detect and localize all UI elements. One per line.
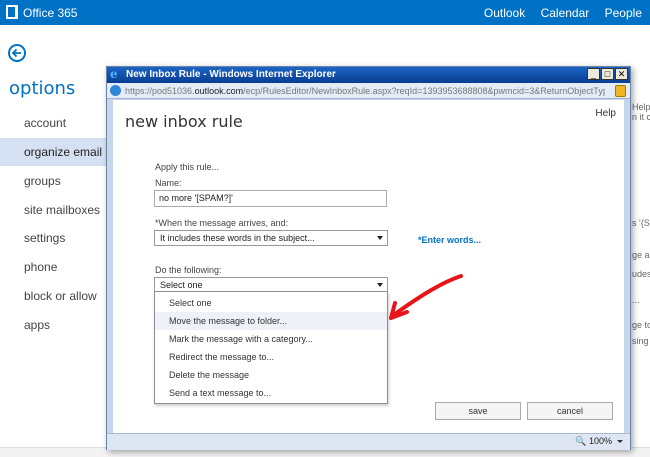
- url-rest: /ecp/RulesEditor/NewInboxRule.aspx?reqId…: [243, 86, 605, 96]
- page-title: new inbox rule: [125, 112, 243, 131]
- enter-words-link[interactable]: *Enter words...: [418, 235, 481, 245]
- nav-people[interactable]: People: [605, 6, 642, 20]
- ie-popup-window: e New Inbox Rule - Windows Internet Expl…: [106, 66, 631, 450]
- sidebar-item-block-or-allow[interactable]: block or allow: [0, 282, 108, 310]
- sidebar-item-phone[interactable]: phone: [0, 253, 108, 281]
- help-link[interactable]: Help: [595, 108, 616, 119]
- condition-select[interactable]: It includes these words in the subject..…: [154, 230, 388, 246]
- sidebar-item-apps[interactable]: apps: [0, 311, 108, 339]
- condition-select-value: It includes these words in the subject..…: [160, 233, 315, 243]
- apply-rule-label: Apply this rule...: [155, 162, 220, 172]
- nav-calendar[interactable]: Calendar: [541, 6, 590, 20]
- cancel-button[interactable]: cancel: [527, 402, 613, 420]
- brand-name[interactable]: Office 365: [23, 6, 77, 20]
- dropdown-option[interactable]: Mark the message with a category...: [155, 330, 387, 348]
- dropdown-option[interactable]: Select one: [155, 294, 387, 312]
- bg-fragment: n it c: [632, 112, 650, 122]
- internet-explorer-icon: e: [110, 67, 118, 81]
- back-arrow-icon[interactable]: [8, 44, 26, 62]
- do-following-label: Do the following:: [155, 265, 222, 275]
- url-prefix: https://pod51036.: [125, 86, 195, 96]
- sidebar-item-settings[interactable]: settings: [0, 224, 108, 252]
- background-page-fragments: Help n it c s '{SP ge ar udes ... ge to …: [630, 100, 650, 430]
- page-icon: [110, 85, 121, 96]
- address-bar[interactable]: https://pod51036.outlook.com/ecp/RulesEd…: [107, 83, 630, 99]
- url-domain: outlook.com: [194, 86, 244, 96]
- options-title: options: [9, 78, 76, 99]
- save-button[interactable]: save: [435, 402, 521, 420]
- sidebar-item-groups[interactable]: groups: [0, 167, 108, 195]
- bg-fragment: ge to: [632, 320, 650, 330]
- dropdown-option[interactable]: Send a text message to...: [155, 384, 387, 402]
- close-button[interactable]: ✕: [615, 68, 628, 80]
- nav-outlook[interactable]: Outlook: [484, 6, 525, 20]
- maximize-button[interactable]: □: [601, 68, 614, 80]
- sidebar-item-site-mailboxes[interactable]: site mailboxes: [0, 196, 108, 224]
- red-annotation-arrow-icon: [389, 274, 463, 320]
- sidebar-item-organize-email[interactable]: organize email: [0, 138, 108, 166]
- bg-fragment: s '{SP: [632, 218, 650, 228]
- rule-editor-content: new inbox rule Help Apply this rule... N…: [113, 100, 624, 433]
- top-nav: Outlook Calendar People: [484, 6, 650, 20]
- name-label: Name:: [155, 178, 182, 188]
- window-title: New Inbox Rule - Windows Internet Explor…: [126, 69, 336, 80]
- status-bar: 🔍 100%: [107, 433, 630, 450]
- zoom-level[interactable]: 🔍 100%: [575, 436, 612, 447]
- bg-fragment: ...: [632, 295, 640, 305]
- action-select-value: Select one: [160, 280, 203, 290]
- dropdown-option-highlighted[interactable]: Move the message to folder...: [155, 312, 387, 330]
- sidebar-item-account[interactable]: account: [0, 109, 108, 137]
- action-dropdown-list: Select one Move the message to folder...…: [154, 291, 388, 404]
- office365-logo-icon[interactable]: [6, 5, 18, 19]
- office365-topbar: Office 365 Outlook Calendar People: [0, 0, 650, 25]
- bg-fragment: sing: [632, 336, 649, 346]
- chevron-down-icon: [377, 283, 383, 287]
- window-titlebar[interactable]: e New Inbox Rule - Windows Internet Expl…: [107, 67, 630, 83]
- chevron-down-icon: [377, 236, 383, 240]
- minimize-button[interactable]: _: [587, 68, 600, 80]
- bg-fragment: ge ar: [632, 250, 650, 260]
- when-label: *When the message arrives, and:: [155, 218, 289, 228]
- bg-fragment: udes: [632, 269, 650, 279]
- dropdown-option[interactable]: Redirect the message to...: [155, 348, 387, 366]
- dropdown-option[interactable]: Delete the message: [155, 366, 387, 384]
- bg-fragment: Help: [632, 102, 650, 112]
- zoom-value: 100%: [588, 436, 612, 446]
- url-text[interactable]: https://pod51036.outlook.com/ecp/RulesEd…: [125, 86, 605, 96]
- lock-icon[interactable]: [615, 85, 626, 97]
- chevron-down-icon[interactable]: [617, 440, 623, 443]
- rule-name-input[interactable]: no more '[SPAM?]': [154, 190, 387, 207]
